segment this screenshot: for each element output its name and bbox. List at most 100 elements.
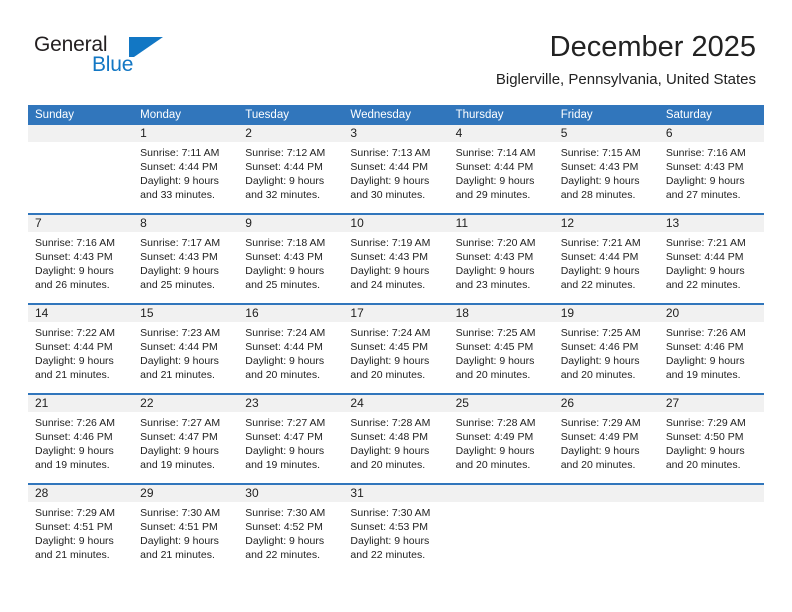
sunrise-text: Sunrise: 7:14 AM: [455, 147, 536, 159]
sunset-text: Sunset: 4:49 PM: [560, 431, 639, 443]
sunset-text: Sunset: 4:44 PM: [350, 161, 429, 173]
day-cell-8[interactable]: 8 Sunrise: 7:17 AM Sunset: 4:43 PM Daylight…: [133, 215, 239, 303]
day-details: Sunrise: 7:23 AM Sunset: 4:44 PM Daylight:…: [133, 322, 238, 382]
week-inner: 7 Sunrise: 7:16 AM Sunset: 4:43 PM Daylight…: [28, 215, 764, 303]
day-details: Sunrise: 7:28 AM Sunset: 4:49 PM Daylight:…: [449, 412, 554, 472]
day-cell-7[interactable]: 7 Sunrise: 7:16 AM Sunset: 4:43 PM Daylight…: [28, 215, 134, 303]
daylight-text: Daylight: 9 hours and 20 minutes.: [350, 445, 430, 471]
daylight-text: Daylight: 9 hours and 25 minutes.: [245, 265, 325, 291]
day-cell-9[interactable]: 9 Sunrise: 7:18 AM Sunset: 4:43 PM Daylight…: [238, 215, 344, 303]
day-cell-27[interactable]: 27 Sunrise: 7:29 AM Sunset: 4:50 PM Dayligh…: [658, 395, 764, 483]
weekday-header-sunday: Sunday: [35, 109, 75, 121]
sunrise-text: Sunrise: 7:29 AM: [665, 417, 746, 429]
daylight-text: Daylight: 9 hours and 22 minutes.: [665, 265, 745, 291]
daylight-text: Daylight: 9 hours and 22 minutes.: [560, 265, 640, 291]
day-cell-5[interactable]: 5 Sunrise: 7:15 AM Sunset: 4:43 PM Daylight…: [553, 125, 659, 213]
sunset-text: Sunset: 4:53 PM: [350, 521, 429, 533]
day-cell-11[interactable]: 11 Sunrise: 7:20 AM Sunset: 4:43 PM Dayligh…: [448, 215, 554, 303]
sunrise-text: Sunrise: 7:12 AM: [245, 147, 326, 159]
sunrise-text: Sunrise: 7:19 AM: [350, 237, 431, 249]
sunset-text: Sunset: 4:44 PM: [140, 341, 218, 353]
day-cell-30[interactable]: 30 Sunrise: 7:30 AM Sunset: 4:52 PM Dayligh…: [238, 485, 344, 573]
day-details: Sunrise: 7:27 AM Sunset: 4:47 PM Daylight:…: [133, 412, 238, 472]
day-number: 20: [658, 305, 764, 322]
daylight-text: Daylight: 9 hours and 21 minutes.: [35, 355, 114, 381]
day-cell-23[interactable]: 23 Sunrise: 7:27 AM Sunset: 4:47 PM Dayligh…: [238, 395, 344, 483]
day-number: 10: [343, 215, 449, 232]
day-cell-1[interactable]: 1 Sunrise: 7:11 AM Sunset: 4:44 PM Daylight…: [133, 125, 239, 213]
sunset-text: Sunset: 4:52 PM: [245, 521, 323, 533]
sunset-text: Sunset: 4:44 PM: [245, 161, 323, 173]
day-number: 5: [553, 125, 659, 142]
sunrise-text: Sunrise: 7:25 AM: [560, 327, 641, 339]
day-cell-13[interactable]: 13 Sunrise: 7:21 AM Sunset: 4:44 PM Dayligh…: [658, 215, 764, 303]
day-details: Sunrise: 7:26 AM Sunset: 4:46 PM Daylight:…: [659, 322, 764, 382]
day-cell-22[interactable]: 22 Sunrise: 7:27 AM Sunset: 4:47 PM Dayligh…: [133, 395, 239, 483]
day-cell-2[interactable]: 2 Sunrise: 7:12 AM Sunset: 4:44 PM Daylight…: [238, 125, 344, 213]
day-details: Sunrise: 7:29 AM Sunset: 4:50 PM Daylight:…: [659, 412, 764, 472]
day-cell-29[interactable]: 29 Sunrise: 7:30 AM Sunset: 4:51 PM Dayligh…: [133, 485, 239, 573]
day-cell-31[interactable]: 31 Sunrise: 7:30 AM Sunset: 4:53 PM Dayligh…: [343, 485, 449, 573]
sunset-text: Sunset: 4:45 PM: [455, 341, 534, 353]
day-cell-25[interactable]: 25 Sunrise: 7:28 AM Sunset: 4:49 PM Dayligh…: [448, 395, 554, 483]
day-number: 24: [343, 395, 449, 412]
day-cell-12[interactable]: 12 Sunrise: 7:21 AM Sunset: 4:44 PM Dayligh…: [553, 215, 659, 303]
page-subtitle: Biglerville, Pennsylvania, United States: [495, 71, 756, 88]
sunrise-text: Sunrise: 7:27 AM: [140, 417, 221, 429]
day-cell-21[interactable]: 21 Sunrise: 7:26 AM Sunset: 4:46 PM Dayligh…: [28, 395, 134, 483]
day-number: 12: [553, 215, 659, 232]
sunrise-text: Sunrise: 7:20 AM: [455, 237, 536, 249]
day-details: Sunrise: 7:15 AM Sunset: 4:43 PM Daylight:…: [554, 142, 659, 202]
daylight-text: Daylight: 9 hours and 21 minutes.: [140, 355, 219, 381]
day-number: 19: [553, 305, 659, 322]
week-row: 7 Sunrise: 7:16 AM Sunset: 4:43 PM Daylight…: [28, 213, 764, 303]
day-cell-15[interactable]: 15 Sunrise: 7:23 AM Sunset: 4:44 PM Dayligh…: [133, 305, 239, 393]
week-row: 21 Sunrise: 7:26 AM Sunset: 4:46 PM Dayligh…: [28, 393, 764, 483]
day-cell-6[interactable]: 6 Sunrise: 7:16 AM Sunset: 4:43 PM Daylight…: [658, 125, 764, 213]
day-details: Sunrise: 7:21 AM Sunset: 4:44 PM Daylight:…: [659, 232, 764, 292]
day-cell-18[interactable]: 18 Sunrise: 7:25 AM Sunset: 4:45 PM Dayligh…: [448, 305, 554, 393]
sunrise-text: Sunrise: 7:28 AM: [455, 417, 536, 429]
week-inner: 21 Sunrise: 7:26 AM Sunset: 4:46 PM Dayligh…: [28, 395, 764, 483]
day-cell-20[interactable]: 20 Sunrise: 7:26 AM Sunset: 4:46 PM Dayligh…: [658, 305, 764, 393]
day-number: 23: [238, 395, 344, 412]
day-cell-26[interactable]: 26 Sunrise: 7:29 AM Sunset: 4:49 PM Dayligh…: [553, 395, 659, 483]
day-cell-empty: [448, 485, 554, 573]
daylight-text: Daylight: 9 hours and 26 minutes.: [35, 265, 114, 291]
daylight-text: Daylight: 9 hours and 23 minutes.: [455, 265, 535, 291]
day-cell-28[interactable]: 28 Sunrise: 7:29 AM Sunset: 4:51 PM Dayligh…: [28, 485, 134, 573]
day-cell-14[interactable]: 14 Sunrise: 7:22 AM Sunset: 4:44 PM Dayligh…: [28, 305, 134, 393]
day-cell-10[interactable]: 10 Sunrise: 7:19 AM Sunset: 4:43 PM Dayligh…: [343, 215, 449, 303]
day-details: Sunrise: 7:21 AM Sunset: 4:44 PM Daylight:…: [554, 232, 659, 292]
calendar-page: General Blue December 2025 Biglerville, …: [0, 0, 792, 612]
general-blue-logo[interactable]: General Blue: [34, 34, 234, 86]
daylight-text: Daylight: 9 hours and 19 minutes.: [665, 355, 745, 381]
day-cell-3[interactable]: 3 Sunrise: 7:13 AM Sunset: 4:44 PM Daylight…: [343, 125, 449, 213]
day-cell-19[interactable]: 19 Sunrise: 7:25 AM Sunset: 4:46 PM Dayligh…: [553, 305, 659, 393]
sunset-text: Sunset: 4:51 PM: [140, 521, 218, 533]
day-cell-17[interactable]: 17 Sunrise: 7:24 AM Sunset: 4:45 PM Dayligh…: [343, 305, 449, 393]
sunset-text: Sunset: 4:43 PM: [560, 161, 639, 173]
daylight-text: Daylight: 9 hours and 20 minutes.: [665, 445, 745, 471]
weekday-header-saturday: Saturday: [665, 109, 712, 121]
sunrise-text: Sunrise: 7:21 AM: [560, 237, 641, 249]
daylight-text: Daylight: 9 hours and 19 minutes.: [35, 445, 114, 471]
sunrise-text: Sunrise: 7:16 AM: [35, 237, 115, 249]
daylight-text: Daylight: 9 hours and 22 minutes.: [350, 535, 430, 561]
daylight-text: Daylight: 9 hours and 20 minutes.: [560, 445, 640, 471]
day-cell-24[interactable]: 24 Sunrise: 7:28 AM Sunset: 4:48 PM Dayligh…: [343, 395, 449, 483]
sunset-text: Sunset: 4:44 PM: [140, 161, 218, 173]
day-details: Sunrise: 7:24 AM Sunset: 4:45 PM Daylight:…: [343, 322, 448, 382]
sunset-text: Sunset: 4:47 PM: [140, 431, 218, 443]
day-details: Sunrise: 7:12 AM Sunset: 4:44 PM Daylight:…: [238, 142, 343, 202]
day-details: Sunrise: 7:16 AM Sunset: 4:43 PM Daylight:…: [659, 142, 764, 202]
day-cell-16[interactable]: 16 Sunrise: 7:24 AM Sunset: 4:44 PM Dayligh…: [238, 305, 344, 393]
day-number: 25: [448, 395, 554, 412]
day-number: 3: [343, 125, 449, 142]
day-cell-4[interactable]: 4 Sunrise: 7:14 AM Sunset: 4:44 PM Daylight…: [448, 125, 554, 213]
sunrise-text: Sunrise: 7:26 AM: [35, 417, 115, 429]
day-cell-empty: [553, 485, 659, 573]
day-number: 11: [448, 215, 554, 232]
sunset-text: Sunset: 4:50 PM: [665, 431, 744, 443]
weekday-header-row: Sunday Monday Tuesday Wednesday Thursday Frid…: [28, 105, 764, 125]
